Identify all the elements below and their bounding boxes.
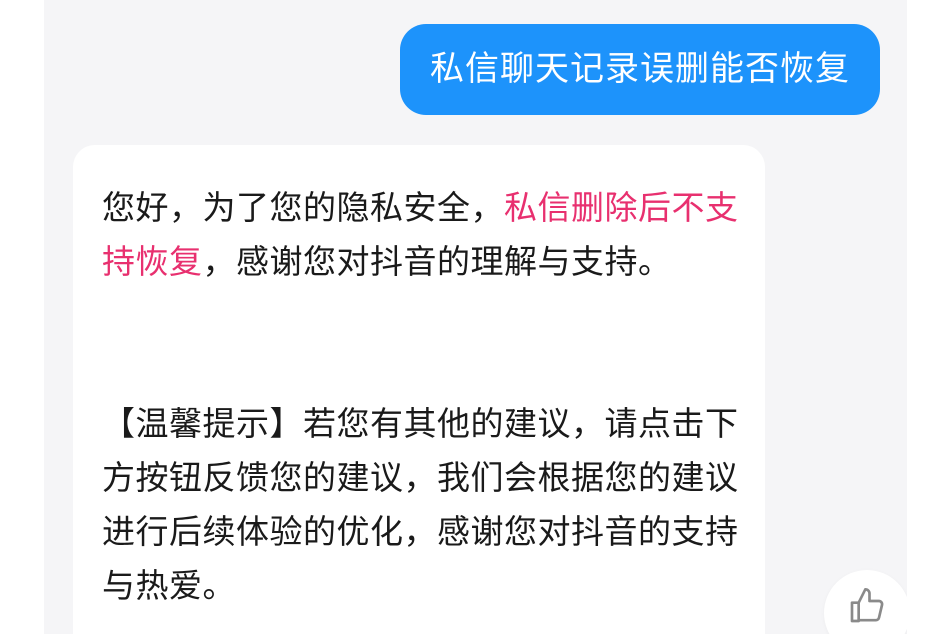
bot-message-paragraph-1: 您好，为了您的隐私安全，私信删除后不支持恢复，感谢您对抖音的理解与支持。 xyxy=(102,181,742,289)
bot-greeting-text: 您好，为了您的隐私安全， xyxy=(102,188,504,227)
bot-message-text: 您好，为了您的隐私安全，私信删除后不支持恢复，感谢您对抖音的理解与支持。 【温馨… xyxy=(102,181,742,613)
bot-message-bubble[interactable]: 您好，为了您的隐私安全，私信删除后不支持恢复，感谢您对抖音的理解与支持。 【温馨… xyxy=(73,145,765,634)
chat-area: 私信聊天记录误删能否恢复 您好，为了您的隐私安全，私信删除后不支持恢复，感谢您对… xyxy=(44,0,907,634)
thumbs-up-icon xyxy=(850,588,884,623)
bot-thanks-text: ，感谢您对抖音的理解与支持。 xyxy=(202,242,672,281)
bot-message-paragraph-2: 【温馨提示】若您有其他的建议，请点击下方按钮反馈您的建议，我们会根据您的建议进行… xyxy=(102,404,739,605)
like-button[interactable] xyxy=(824,570,907,634)
user-message-bubble[interactable]: 私信聊天记录误删能否恢复 xyxy=(400,24,880,115)
user-message-text: 私信聊天记录误删能否恢复 xyxy=(430,49,850,89)
